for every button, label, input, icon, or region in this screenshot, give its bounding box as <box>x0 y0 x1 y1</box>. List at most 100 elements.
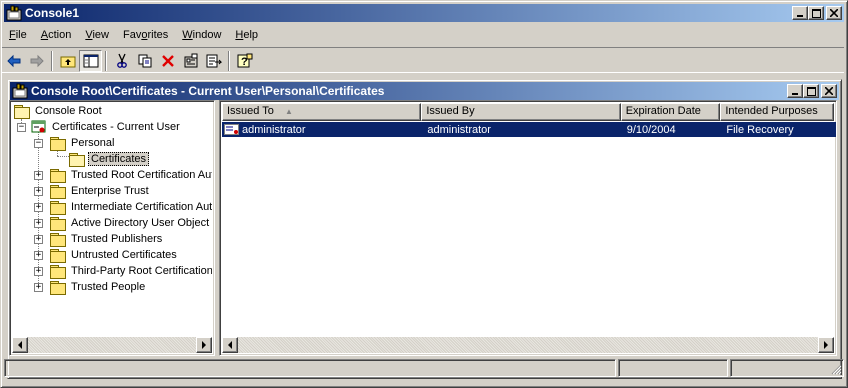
status-panel <box>730 359 844 377</box>
folder-icon <box>50 200 66 215</box>
menu-window[interactable]: Window <box>175 26 228 44</box>
tree-horizontal-scrollbar[interactable] <box>12 337 212 353</box>
column-header-expiration-date[interactable]: Expiration Date <box>620 103 721 121</box>
folder-icon <box>50 184 66 199</box>
sort-ascending-icon: ▲ <box>284 107 293 116</box>
expand-toggle[interactable]: + <box>34 171 43 180</box>
tree-node-enterprise-trust[interactable]: Enterprise Trust <box>50 183 151 199</box>
scroll-track[interactable] <box>238 337 818 353</box>
copy-button[interactable] <box>133 50 156 72</box>
menu-help[interactable]: Help <box>228 26 265 44</box>
column-header-issued-to[interactable]: Issued To ▲ <box>222 103 422 121</box>
list-header: Issued To ▲ Issued By Expiration Date In… <box>222 103 835 121</box>
tree-node-trusted-publishers[interactable]: Trusted Publishers <box>50 231 164 247</box>
back-arrow-icon <box>6 54 20 67</box>
scroll-track[interactable] <box>28 337 196 353</box>
result-list-view[interactable]: Issued To ▲ Issued By Expiration Date In… <box>219 100 837 356</box>
child-title-bar[interactable]: Console Root\Certificates - Current User… <box>10 82 839 100</box>
folder-icon <box>50 232 66 247</box>
delete-button[interactable] <box>156 50 179 72</box>
tree-node-intermediate[interactable]: Intermediate Certification Aut <box>50 199 212 215</box>
tree-node-trusted-people[interactable]: Trusted People <box>50 279 147 295</box>
cell-expiration-date: 9/10/2004 <box>626 123 676 136</box>
right-arrow-icon <box>824 341 828 349</box>
tree-node-console-root[interactable]: Console Root <box>14 103 104 119</box>
scroll-left-button[interactable] <box>222 337 238 353</box>
toolbar-separator <box>51 50 53 71</box>
minimize-button[interactable] <box>792 6 808 20</box>
close-button[interactable] <box>826 6 842 20</box>
maximize-icon <box>806 86 816 96</box>
copy-icon <box>138 54 151 67</box>
column-header-issued-by[interactable]: Issued By <box>421 103 621 121</box>
expand-toggle[interactable]: + <box>34 283 43 292</box>
up-one-level-icon <box>60 56 75 67</box>
menu-bar: File Action View Favorites Window Help <box>2 25 265 45</box>
tree-node-personal-certificates[interactable]: Certificates <box>69 151 150 167</box>
mmc-console-icon <box>6 5 22 21</box>
show-hide-tree-button[interactable] <box>79 49 102 72</box>
folder-icon <box>50 248 66 263</box>
tree-connector <box>57 156 69 157</box>
column-header-intended-purposes[interactable]: Intended Purposes <box>720 103 835 121</box>
show-hide-tree-icon <box>83 54 98 67</box>
up-one-level-button[interactable] <box>56 50 79 72</box>
folder-icon <box>14 104 30 119</box>
cut-button[interactable] <box>110 50 133 72</box>
expand-toggle[interactable]: + <box>34 235 43 244</box>
menu-view[interactable]: View <box>78 26 116 44</box>
cell-issued-to: administrator <box>242 123 306 136</box>
help-icon: ? <box>237 53 252 68</box>
menu-file[interactable]: File <box>2 26 34 44</box>
folder-icon <box>50 280 66 295</box>
expand-toggle[interactable]: + <box>34 251 43 260</box>
status-panel-main <box>4 359 616 377</box>
child-close-button[interactable] <box>821 84 837 98</box>
toolbar: ? <box>2 47 844 73</box>
window-title: Console1 <box>25 6 80 20</box>
expand-toggle[interactable]: + <box>34 187 43 196</box>
minimize-icon <box>797 15 803 17</box>
tree-node-certificates-current-user[interactable]: Certificates - Current User <box>31 119 182 135</box>
certificate-store-icon <box>31 120 47 134</box>
scroll-left-button[interactable] <box>12 337 28 353</box>
tree-node-untrusted[interactable]: Untrusted Certificates <box>50 247 179 263</box>
delete-icon <box>161 54 174 67</box>
list-horizontal-scrollbar[interactable] <box>222 337 834 353</box>
child-window-title: Console Root\Certificates - Current User… <box>31 84 385 98</box>
cell-issued-by: administrator <box>427 123 491 136</box>
maximize-icon <box>811 8 821 18</box>
expand-toggle[interactable]: + <box>34 203 43 212</box>
menu-favorites[interactable]: Favorites <box>116 26 175 44</box>
cell-intended-purposes: File Recovery <box>726 123 794 136</box>
menu-action[interactable]: Action <box>34 26 79 44</box>
help-button[interactable]: ? <box>233 50 256 72</box>
child-maximize-button[interactable] <box>803 84 819 98</box>
close-icon <box>830 9 838 17</box>
scroll-right-button[interactable] <box>196 337 212 353</box>
expand-toggle[interactable]: + <box>34 267 43 276</box>
export-list-button[interactable] <box>202 50 225 72</box>
maximize-button[interactable] <box>808 6 824 20</box>
tree-node-personal[interactable]: Personal <box>50 135 116 151</box>
tree-node-trusted-root[interactable]: Trusted Root Certification Aut <box>50 167 212 183</box>
console-tree[interactable]: Console Root − Certificates - Current Us… <box>9 100 215 356</box>
main-title-bar[interactable]: Console1 <box>4 4 844 22</box>
collapse-toggle[interactable]: − <box>17 123 26 132</box>
back-button[interactable] <box>2 50 25 72</box>
child-minimize-button[interactable] <box>787 84 803 98</box>
list-row[interactable]: administrator administrator 9/10/2004 Fi… <box>222 122 836 137</box>
status-bar <box>4 359 844 379</box>
close-icon <box>825 87 833 95</box>
collapse-toggle[interactable]: − <box>34 139 43 148</box>
properties-button[interactable] <box>179 50 202 72</box>
resize-grip-icon[interactable] <box>830 363 842 375</box>
tree-node-ad-user-object[interactable]: Active Directory User Object <box>50 215 211 231</box>
minimize-icon <box>792 93 798 95</box>
expand-toggle[interactable]: + <box>34 219 43 228</box>
scroll-right-button[interactable] <box>818 337 834 353</box>
forward-button[interactable] <box>25 50 48 72</box>
tree-node-third-party-root[interactable]: Third-Party Root Certification <box>50 263 212 279</box>
status-panel <box>618 359 728 377</box>
folder-icon <box>50 216 66 231</box>
